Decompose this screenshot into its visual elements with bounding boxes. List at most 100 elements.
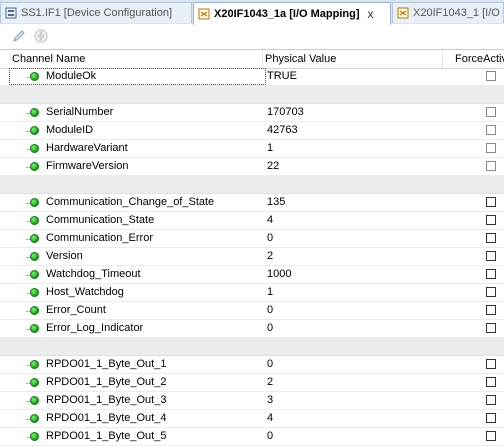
- channel-row[interactable]: → RPDO01_1_Byte_Out_2 2: [0, 374, 504, 392]
- group-separator: [0, 338, 504, 356]
- force-active-checkbox[interactable]: [486, 71, 496, 81]
- tab-io-mapping-2[interactable]: X20IF1043_1 [I/O Ma: [392, 2, 504, 23]
- force-active-checkbox[interactable]: [486, 287, 496, 297]
- physical-value: 0: [267, 428, 447, 445]
- status-led-icon: [30, 108, 39, 117]
- channel-name-cell: → RPDO01_1_Byte_Out_5: [22, 428, 262, 445]
- channel-row[interactable]: → Error_Log_Indicator 0: [0, 320, 504, 338]
- physical-value: 0: [267, 320, 447, 337]
- physical-value: 2: [267, 248, 447, 265]
- force-active-checkbox[interactable]: [486, 251, 496, 261]
- physical-value: 0: [267, 230, 447, 247]
- channel-name-cell: → Communication_State: [22, 212, 262, 229]
- force-active-checkbox[interactable]: [486, 107, 496, 117]
- channel-name: Communication_Error: [46, 230, 153, 247]
- channel-name-cell: → ModuleOk: [22, 68, 262, 85]
- lightning-disabled-icon: [33, 28, 49, 44]
- channel-name-cell: → Error_Log_Indicator: [22, 320, 262, 337]
- group-separator: [0, 86, 504, 104]
- status-led-icon: [30, 198, 39, 207]
- status-led-icon: [30, 432, 39, 441]
- channel-row[interactable]: → Version 2: [0, 248, 504, 266]
- channel-name-cell: → Communication_Error: [22, 230, 262, 247]
- channel-name-cell: → Version: [22, 248, 262, 265]
- channel-name-cell: → ModuleID: [22, 122, 262, 139]
- channel-name: RPDO01_1_Byte_Out_4: [46, 410, 166, 427]
- tab-device-configuration[interactable]: SS1.IF1 [Device Configuration]: [0, 2, 192, 23]
- status-led-icon: [30, 126, 39, 135]
- edit-button[interactable]: [10, 27, 28, 45]
- physical-value: 0: [267, 302, 447, 319]
- force-active-checkbox[interactable]: [486, 125, 496, 135]
- channel-row[interactable]: → RPDO01_1_Byte_Out_5 0: [0, 428, 504, 446]
- channel-row[interactable]: → FirmwareVersion 22: [0, 158, 504, 176]
- channel-name: RPDO01_1_Byte_Out_5: [46, 428, 166, 445]
- channel-name-cell: → RPDO01_1_Byte_Out_4: [22, 410, 262, 427]
- close-icon[interactable]: x: [368, 7, 374, 21]
- channel-row[interactable]: → Communication_Error 0: [0, 230, 504, 248]
- channel-row[interactable]: → RPDO01_1_Byte_Out_1 0: [0, 356, 504, 374]
- channel-name: Host_Watchdog: [46, 284, 124, 301]
- io-mapping-grid: Channel Name Physical Value ForceActivat…: [0, 49, 504, 436]
- channel-row[interactable]: → Host_Watchdog 1: [0, 284, 504, 302]
- force-active-checkbox[interactable]: [486, 161, 496, 171]
- channel-name: SerialNumber: [46, 104, 113, 121]
- channel-row[interactable]: → SerialNumber 170703: [0, 104, 504, 122]
- channel-name: HardwareVariant: [46, 140, 128, 157]
- channel-name: FirmwareVersion: [46, 158, 129, 175]
- channel-row[interactable]: → Communication_Change_of_State 135: [0, 194, 504, 212]
- grid-header: Channel Name Physical Value ForceActivat: [0, 50, 504, 69]
- channel-name-cell: → Communication_Change_of_State: [22, 194, 262, 211]
- tab-io-mapping-active[interactable]: X20IF1043_1a [I/O Mapping] x: [193, 2, 391, 25]
- force-active-checkbox[interactable]: [486, 431, 496, 441]
- status-led-icon: [30, 378, 39, 387]
- channel-row[interactable]: → Communication_State 4: [0, 212, 504, 230]
- column-header-physical-value[interactable]: Physical Value: [263, 50, 443, 68]
- force-active-checkbox[interactable]: [486, 197, 496, 207]
- force-active-checkbox[interactable]: [486, 377, 496, 387]
- force-active-checkbox[interactable]: [486, 143, 496, 153]
- physical-value: 42763: [267, 122, 447, 139]
- status-led-icon: [30, 72, 39, 81]
- physical-value: 0: [267, 356, 447, 373]
- grid-rows: → ModuleOk TRUE → SerialNumber 170703 → ModuleI…: [0, 68, 504, 446]
- channel-name-cell: → RPDO01_1_Byte_Out_3: [22, 392, 262, 409]
- channel-name: ModuleID: [46, 122, 93, 139]
- channel-row[interactable]: → Watchdog_Timeout 1000: [0, 266, 504, 284]
- status-led-icon: [30, 324, 39, 333]
- force-active-checkbox[interactable]: [486, 233, 496, 243]
- channel-name: ModuleOk: [46, 68, 96, 85]
- channel-row[interactable]: → Error_Count 0: [0, 302, 504, 320]
- physical-value: 4: [267, 212, 447, 229]
- channel-name: Communication_Change_of_State: [46, 194, 214, 211]
- force-active-checkbox[interactable]: [486, 413, 496, 423]
- channel-row[interactable]: → ModuleID 42763: [0, 122, 504, 140]
- physical-value: 1000: [267, 266, 447, 283]
- force-active-checkbox[interactable]: [486, 359, 496, 369]
- physical-value: 4: [267, 410, 447, 427]
- io-mapping-icon: [397, 7, 409, 19]
- force-active-checkbox[interactable]: [486, 269, 496, 279]
- channel-name-cell: → Host_Watchdog: [22, 284, 262, 301]
- status-led-icon: [30, 414, 39, 423]
- tab-label: SS1.IF1 [Device Configuration]: [21, 7, 172, 19]
- channel-row[interactable]: → RPDO01_1_Byte_Out_4 4: [0, 410, 504, 428]
- force-active-checkbox[interactable]: [486, 395, 496, 405]
- channel-name: RPDO01_1_Byte_Out_2: [46, 374, 166, 391]
- force-active-checkbox[interactable]: [486, 215, 496, 225]
- force-button[interactable]: [32, 27, 50, 45]
- physical-value: 2: [267, 374, 447, 391]
- channel-name-cell: → FirmwareVersion: [22, 158, 262, 175]
- io-mapping-icon: [198, 8, 210, 20]
- channel-name: Version: [46, 248, 83, 265]
- channel-row[interactable]: → HardwareVariant 1: [0, 140, 504, 158]
- physical-value: 3: [267, 392, 447, 409]
- force-active-checkbox[interactable]: [486, 305, 496, 315]
- channel-row[interactable]: → RPDO01_1_Byte_Out_3 3: [0, 392, 504, 410]
- column-header-channel-name[interactable]: Channel Name: [10, 50, 263, 68]
- channel-name-cell: → Error_Count: [22, 302, 262, 319]
- column-header-force-active[interactable]: ForceActivat: [443, 50, 504, 68]
- physical-value: 1: [267, 140, 447, 157]
- channel-row[interactable]: → ModuleOk TRUE: [0, 68, 504, 86]
- force-active-checkbox[interactable]: [486, 323, 496, 333]
